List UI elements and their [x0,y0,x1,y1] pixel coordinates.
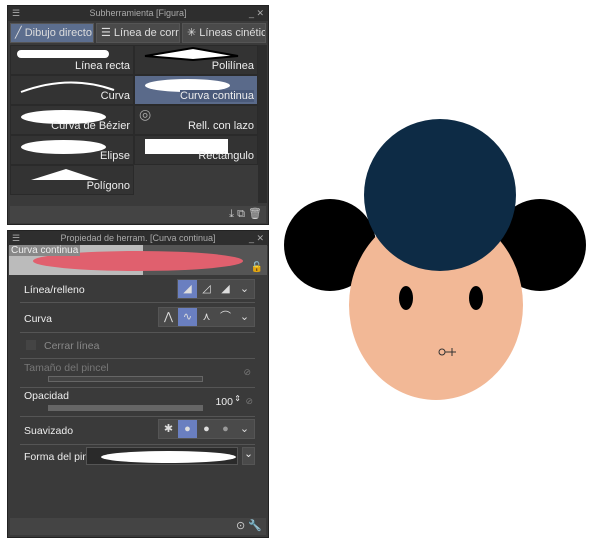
lasso-icon: ◎ [139,106,152,122]
brush-shape-select[interactable] [86,447,238,465]
label: Líneas cinéticas [199,27,266,39]
brush-size-row: Tamaño del pincel ⊘ [20,359,255,388]
fill-icon[interactable]: ◢ [178,280,197,298]
chevron-down-icon[interactable]: ⌄ [235,420,254,438]
subtool-curva[interactable]: Curva [10,75,134,105]
label: Opacidad [24,390,69,402]
label: Tamaño del pincel [24,362,109,374]
label: Polilínea [211,60,254,72]
subtool-linea-recta[interactable]: Línea recta [10,45,134,75]
spline-icon[interactable]: ∿ [178,308,197,326]
no-aa-icon[interactable]: ✱ [159,420,178,438]
curve-row: Curva ⋀ ∿ ⋏ ⌒ ⌄ [20,305,255,333]
label: Rell. con lazo [187,120,254,132]
label: Elipse [100,150,130,162]
preview-label: Curva continua [9,245,81,256]
subtool-rell-lazo[interactable]: ◎ Rell. con lazo [134,105,258,135]
right-eye [469,286,483,310]
empty-cell [134,165,258,195]
wrench-icon[interactable]: 🔧 [248,520,262,532]
tab-linea-corriente[interactable]: ☰ Línea de corrien [96,23,180,43]
subtool-panel: ☰ Subherramienta [Figura] _ ✕ ╱ Dibujo dir… [7,5,269,225]
canvas-drawing [284,119,586,400]
label: Rectángulo [198,150,254,162]
left-eye [399,286,413,310]
label: Curva [24,313,53,325]
close-line-row[interactable]: Cerrar línea [20,333,255,359]
tab-lineas-cineticas[interactable]: ✳ Líneas cinéticas [182,23,266,43]
label: Línea recta [74,60,130,72]
menu-icon[interactable]: ☰ [12,231,20,246]
copy-icon[interactable]: ⧉ [237,208,245,220]
tab-dibujo-directo[interactable]: ╱ Dibujo directo [10,23,94,43]
panel-title: Subherramienta [Figura] [89,8,187,18]
subtool-polilinea[interactable]: Polilínea [134,45,258,75]
smoothing-row: Suavizado ✱ ● ● ● ⌄ [20,417,255,445]
property-footer: ⊙ 🔧 [10,518,266,535]
label: Línea de corrien [113,27,179,39]
chevron-down-icon[interactable]: ⌄ [235,280,254,298]
subtool-curva-continua[interactable]: Curva continua [134,75,258,105]
download-icon[interactable]: ⤓ [229,208,234,220]
subtool-title-bar: ☰ Subherramienta [Figura] _ ✕ [8,6,268,21]
lock-icon[interactable]: 🔓 [251,262,263,273]
label: Curva de Bézier [51,120,130,132]
aa-strong-icon[interactable]: ● [216,420,235,438]
reset-icon[interactable]: ⊙ [236,520,245,532]
label: Línea/relleno [24,284,85,296]
label: Cerrar línea [44,340,100,352]
subtool-curva-bezier[interactable]: Curva de Bézier [10,105,134,135]
aa-weak-icon[interactable]: ● [178,420,197,438]
brush-shape-row: Forma del pincel ⌄ [20,445,255,471]
line-icon[interactable]: ◿ [197,280,216,298]
chevron-down-icon[interactable]: ⌄ [242,447,255,465]
line-fill-row: Línea/relleno ◢ ◿ ◢ ⌄ [20,277,255,303]
brush-preview: Curva continua 🔓 [9,245,267,275]
subtool-elipse[interactable]: Elipse [10,135,134,165]
label: Curva [100,90,130,102]
line-fill-icon[interactable]: ◢ [216,280,235,298]
label: Curva continua [180,90,254,102]
label: Dibujo directo [24,27,92,39]
brush-size-slider[interactable] [48,376,203,382]
subtool-footer: ⤓ ⧉ 🗑 [10,206,266,223]
quadratic-bezier-icon[interactable]: ⋏ [197,308,216,326]
subtool-poligono[interactable]: Polígono [10,165,134,195]
pressure-icon[interactable]: ⊘ [245,396,253,407]
hat [364,119,516,271]
pressure-icon[interactable]: ⊘ [243,367,251,378]
cubic-bezier-icon[interactable]: ⌒ [216,308,235,326]
menu-icon[interactable]: ☰ [12,6,20,21]
label: Polígono [86,180,130,192]
opacity-row: Opacidad 100 ⇕ ⊘ [20,388,255,417]
trash-icon[interactable]: 🗑 [248,208,262,220]
panel-title: Propiedad de herram. [Curva continua] [60,233,216,243]
chevron-down-icon[interactable]: ⌄ [235,308,254,326]
aa-mid-icon[interactable]: ● [197,420,216,438]
close-icon[interactable]: _ ✕ [249,6,264,21]
subtool-scrollbar[interactable] [258,45,267,203]
property-title-bar: ☰ Propiedad de herram. [Curva continua] _ … [8,231,268,246]
stepper-icon[interactable]: ⇕ [234,394,241,403]
close-line-checkbox[interactable] [26,340,36,350]
tool-property-panel: ☰ Propiedad de herram. [Curva continua] _ … [7,230,269,538]
polyline-curve-icon[interactable]: ⋀ [159,308,178,326]
label: Suavizado [24,425,74,437]
opacity-value[interactable]: 100 [215,396,233,408]
close-icon[interactable]: _ ✕ [249,231,264,246]
subtool-rectangulo[interactable]: Rectángulo [134,135,258,165]
opacity-slider[interactable] [48,405,203,411]
